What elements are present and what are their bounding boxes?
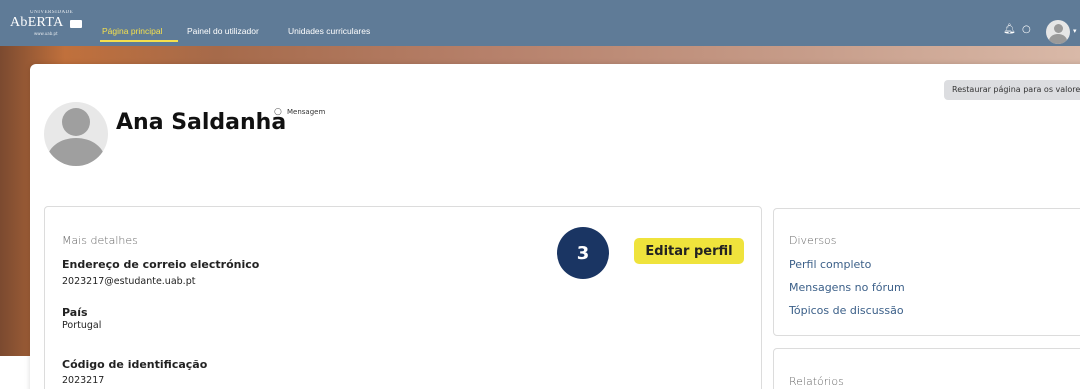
- chat-icon[interactable]: ○: [1022, 24, 1031, 35]
- full-profile-link[interactable]: Perfil completo: [789, 258, 871, 271]
- forum-posts-link[interactable]: Mensagens no fórum: [789, 281, 905, 294]
- logo-url: www.uab.pt: [34, 31, 58, 36]
- message-icon[interactable]: ○: [274, 107, 282, 117]
- step-number-badge: 3: [557, 227, 609, 279]
- profile-name: Ana Saldanha: [116, 110, 287, 135]
- profile-avatar: [44, 102, 108, 166]
- reports-section-title: Relatórios: [789, 375, 844, 388]
- id-code-value: 2023217: [62, 375, 105, 386]
- country-value: Portugal: [62, 320, 102, 331]
- nav-link-courses[interactable]: Unidades curriculares: [288, 26, 370, 36]
- nav-link-home[interactable]: Página principal: [102, 26, 162, 36]
- discussion-topics-link[interactable]: Tópicos de discussão: [789, 304, 904, 317]
- top-navbar: UNIVERSIDADE AbERTA www.uab.pt Página pr…: [0, 0, 1080, 46]
- site-logo[interactable]: UNIVERSIDADE AbERTA www.uab.pt: [10, 10, 90, 38]
- email-label: Endereço de correio electrónico: [62, 258, 260, 271]
- edit-profile-button[interactable]: Editar perfil: [634, 238, 744, 264]
- misc-section-title: Diversos: [789, 234, 837, 247]
- id-code-label: Código de identificação: [62, 358, 208, 371]
- nav-active-indicator: [100, 40, 178, 42]
- nav-link-dashboard[interactable]: Painel do utilizador: [187, 26, 259, 36]
- restore-page-button[interactable]: Restaurar página para os valores: [944, 80, 1080, 100]
- email-value: 2023217@estudante.uab.pt: [62, 276, 196, 287]
- details-section-title: Mais detalhes: [62, 234, 138, 247]
- bell-icon[interactable]: 🔔︎: [1003, 24, 1016, 35]
- logo-wordmark: AbERTA: [10, 15, 64, 30]
- user-avatar[interactable]: [1046, 20, 1070, 44]
- chevron-down-icon[interactable]: ▾: [1073, 27, 1077, 35]
- country-label: País: [62, 306, 88, 319]
- message-link[interactable]: Mensagem: [287, 108, 325, 116]
- logo-flag-icon: [70, 20, 82, 28]
